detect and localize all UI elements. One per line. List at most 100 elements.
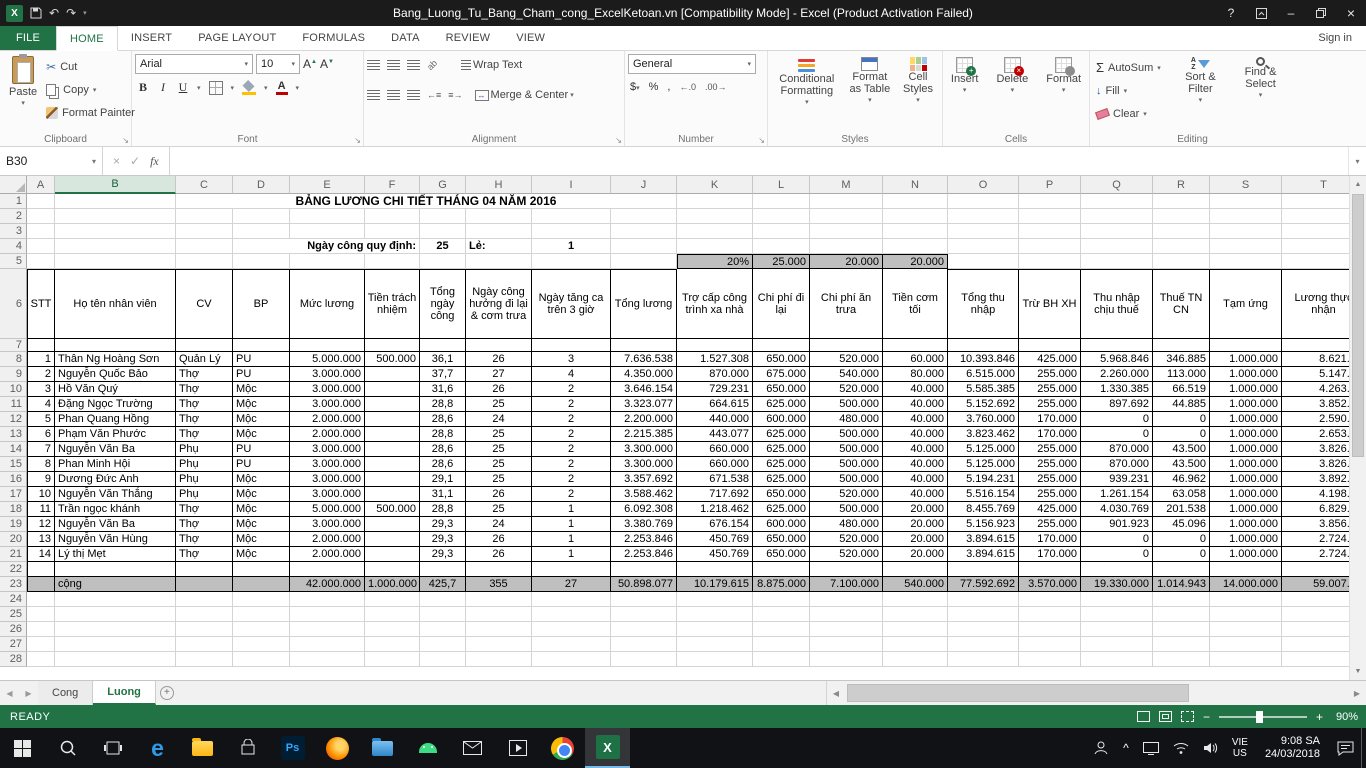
- vertical-scrollbar[interactable]: ▲ ▼: [1349, 176, 1366, 680]
- row-header-20[interactable]: 20: [0, 532, 27, 547]
- cell[interactable]: 5: [27, 412, 55, 427]
- cell[interactable]: 1.000.000: [1210, 412, 1282, 427]
- cell[interactable]: [420, 339, 466, 352]
- bold-button[interactable]: B: [137, 80, 149, 95]
- cell[interactable]: [233, 339, 290, 352]
- underline-dropdown-icon[interactable]: ▾: [197, 84, 201, 92]
- cell[interactable]: Tiền cơm tối: [883, 269, 948, 339]
- cell[interactable]: cộng: [55, 577, 176, 592]
- sheet-tab-luong[interactable]: Luong: [93, 681, 156, 705]
- page-layout-view-icon[interactable]: [1159, 711, 1172, 722]
- cell[interactable]: 3: [27, 382, 55, 397]
- search-button[interactable]: [45, 728, 90, 768]
- cell[interactable]: [677, 239, 753, 254]
- cell[interactable]: [290, 652, 365, 667]
- tab-data[interactable]: DATA: [378, 26, 433, 50]
- cell[interactable]: [1081, 592, 1153, 607]
- comma-style-icon[interactable]: ,: [667, 81, 670, 93]
- font-size-combo[interactable]: 10▾: [256, 54, 300, 74]
- enter-icon[interactable]: ✓: [130, 154, 140, 168]
- borders-dropdown-icon[interactable]: ▾: [231, 84, 235, 92]
- cell[interactable]: [532, 592, 611, 607]
- cell[interactable]: [948, 592, 1019, 607]
- cell[interactable]: 26: [466, 532, 532, 547]
- cell[interactable]: [753, 562, 810, 577]
- cell[interactable]: 1.000.000: [1210, 517, 1282, 532]
- cell[interactable]: 5.516.154: [948, 487, 1019, 502]
- cell[interactable]: 3.894.615: [948, 532, 1019, 547]
- cell[interactable]: 2.215.385: [611, 427, 677, 442]
- cell[interactable]: [233, 652, 290, 667]
- taskbar-edge-button[interactable]: e: [135, 728, 180, 768]
- scroll-right-icon[interactable]: ▶: [1348, 689, 1366, 698]
- cell[interactable]: 650.000: [753, 547, 810, 562]
- cell[interactable]: 3.892.26: [1282, 472, 1349, 487]
- taskbar-store-button[interactable]: [225, 728, 270, 768]
- row-header-26[interactable]: 26: [0, 622, 27, 637]
- cell[interactable]: 26: [466, 352, 532, 367]
- cell[interactable]: Thu nhập chịu thuế: [1081, 269, 1153, 339]
- column-header-B[interactable]: B: [55, 176, 176, 194]
- cell[interactable]: 870.000: [677, 367, 753, 382]
- cell[interactable]: [1282, 652, 1349, 667]
- cell[interactable]: 1: [532, 502, 611, 517]
- cell[interactable]: 625.000: [753, 457, 810, 472]
- cell[interactable]: [290, 637, 365, 652]
- cell[interactable]: 2: [532, 382, 611, 397]
- cell[interactable]: [1153, 637, 1210, 652]
- cell[interactable]: [810, 224, 883, 239]
- cell[interactable]: 8: [27, 457, 55, 472]
- cell[interactable]: [883, 224, 948, 239]
- cell[interactable]: [1019, 254, 1081, 269]
- redo-icon[interactable]: ↷: [66, 0, 76, 26]
- cell[interactable]: [176, 254, 233, 269]
- cell[interactable]: [290, 224, 365, 239]
- cell[interactable]: [1210, 607, 1282, 622]
- cell[interactable]: 0: [1153, 412, 1210, 427]
- cell[interactable]: [27, 562, 55, 577]
- cell[interactable]: [233, 209, 290, 224]
- cell[interactable]: [883, 592, 948, 607]
- decrease-font-size-icon[interactable]: A▼: [320, 57, 334, 71]
- cell[interactable]: 5.152.692: [948, 397, 1019, 412]
- cell[interactable]: [1210, 652, 1282, 667]
- cell[interactable]: 3.380.769: [611, 517, 677, 532]
- column-header-H[interactable]: H: [466, 176, 532, 194]
- cell[interactable]: 42.000.000: [290, 577, 365, 592]
- font-size-dropdown-icon[interactable]: ▾: [291, 60, 295, 68]
- cell[interactable]: Tạm ứng: [1210, 269, 1282, 339]
- cell[interactable]: 29,3: [420, 547, 466, 562]
- clear-dropdown-icon[interactable]: ▾: [1143, 110, 1147, 118]
- cell[interactable]: [948, 652, 1019, 667]
- cell[interactable]: 500.000: [810, 472, 883, 487]
- cell[interactable]: 26: [466, 547, 532, 562]
- cell[interactable]: [365, 209, 420, 224]
- cell[interactable]: [948, 209, 1019, 224]
- cell[interactable]: Thợ: [176, 517, 233, 532]
- cell[interactable]: [1019, 224, 1081, 239]
- cell[interactable]: 2.590.00: [1282, 412, 1349, 427]
- cell[interactable]: [1210, 592, 1282, 607]
- cell[interactable]: 43.500: [1153, 442, 1210, 457]
- taskbar-folder-button[interactable]: [360, 728, 405, 768]
- cell[interactable]: 60.000: [883, 352, 948, 367]
- cell[interactable]: 625.000: [753, 397, 810, 412]
- cell[interactable]: 520.000: [810, 532, 883, 547]
- cell[interactable]: 480.000: [810, 517, 883, 532]
- cell[interactable]: 5.585.385: [948, 382, 1019, 397]
- task-view-button[interactable]: [90, 728, 135, 768]
- cell[interactable]: Phụ: [176, 457, 233, 472]
- cell[interactable]: 3.894.615: [948, 547, 1019, 562]
- cell[interactable]: 425.000: [1019, 352, 1081, 367]
- cell[interactable]: Nguyễn Văn Hùng: [55, 532, 176, 547]
- cell[interactable]: 0: [1081, 547, 1153, 562]
- taskbar-movies-button[interactable]: [495, 728, 540, 768]
- cell[interactable]: Thợ: [176, 532, 233, 547]
- cell[interactable]: Mộc: [233, 427, 290, 442]
- cell[interactable]: Phan Minh Hội: [55, 457, 176, 472]
- cell[interactable]: [532, 209, 611, 224]
- cell[interactable]: [753, 637, 810, 652]
- tab-file[interactable]: FILE: [0, 26, 56, 50]
- find-select-button[interactable]: Find & Select ▾: [1229, 54, 1292, 128]
- row-header-2[interactable]: 2: [0, 209, 27, 224]
